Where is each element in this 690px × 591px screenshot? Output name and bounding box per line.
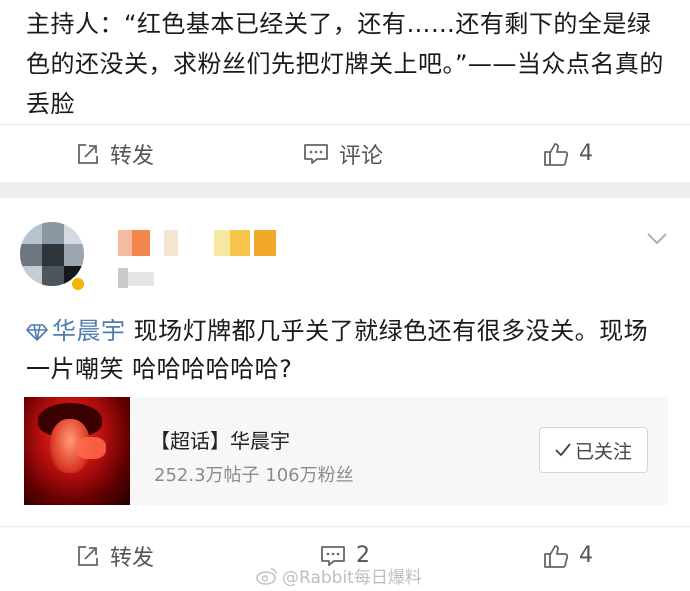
- watermark: @Rabbit每日爆料: [256, 563, 422, 588]
- verified-badge-icon: [70, 276, 86, 292]
- post-meta-redacted: [118, 268, 162, 288]
- chevron-down-icon[interactable]: [646, 232, 668, 246]
- comment-label: 评论: [339, 143, 384, 169]
- post2-text: 华晨宇 现场灯牌都几乎关了就绿色还有很多没关。现场一片嘲笑 哈哈哈哈哈哈?: [26, 312, 671, 388]
- like-count: 4: [579, 141, 593, 166]
- thumbs-up-icon: [544, 142, 569, 166]
- thumbs-up-icon: [544, 544, 569, 568]
- watermark-text: @Rabbit每日爆料: [282, 568, 422, 588]
- supertopic-card[interactable]: 【超话】华晨宇 252.3万帖子 106万粉丝 已关注: [24, 397, 668, 505]
- supertopic-link[interactable]: 华晨宇: [26, 317, 126, 345]
- supertopic-name: 华晨宇: [52, 317, 126, 345]
- repost-label: 转发: [110, 143, 155, 169]
- weibo-logo-icon: [256, 567, 277, 585]
- post1-text: 主持人：“红色基本已经关了，还有……还有剩下的全是绿色的还没关，求粉丝们先把灯牌…: [26, 10, 664, 118]
- supertopic-thumbnail: [24, 397, 130, 505]
- like-count: 4: [579, 543, 593, 568]
- post1-like-button[interactable]: 4: [543, 141, 593, 167]
- post1-action-bar: 转发 评论 4: [0, 124, 690, 182]
- diamond-icon: [26, 324, 48, 341]
- checkmark-icon: [555, 443, 571, 457]
- supertopic-stats: 252.3万帖子 106万粉丝: [154, 465, 354, 486]
- post2-like-button[interactable]: 4: [543, 543, 593, 569]
- post1-repost-button[interactable]: 转发: [76, 138, 154, 170]
- username-redacted[interactable]: [118, 230, 278, 256]
- supertopic-title: 【超话】华晨宇: [150, 429, 290, 453]
- post2-repost-button[interactable]: 转发: [76, 540, 154, 572]
- feed-separator: [0, 182, 690, 198]
- comment-icon: [304, 143, 328, 164]
- repost-label: 转发: [110, 545, 155, 571]
- post1-comment-button[interactable]: 评论: [303, 138, 383, 170]
- followed-label: 已关注: [574, 440, 632, 463]
- repost-icon: [78, 545, 98, 566]
- followed-button[interactable]: 已关注: [539, 427, 648, 473]
- repost-icon: [78, 143, 98, 164]
